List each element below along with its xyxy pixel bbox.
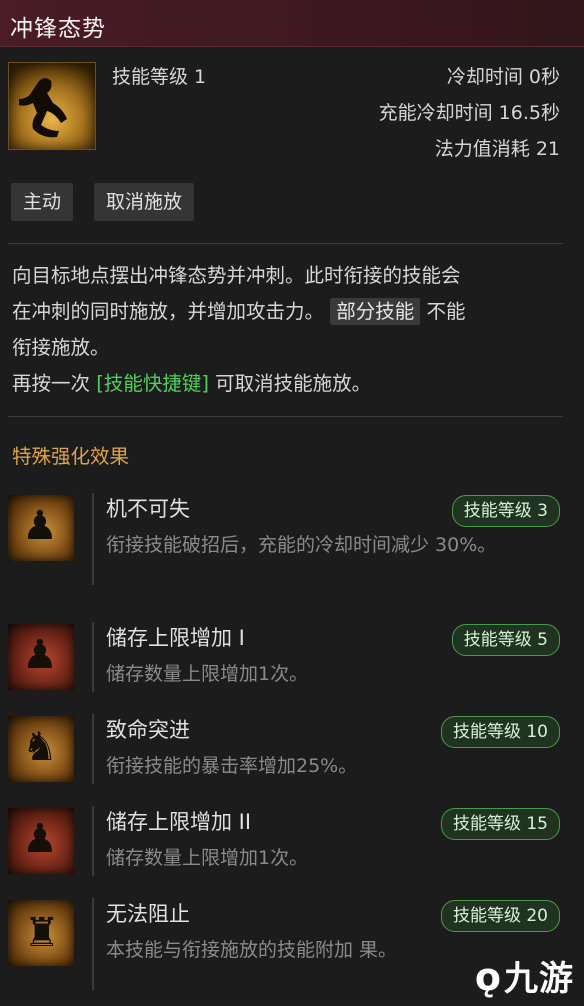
effect-level-badge: 技能等级 5 — [451, 624, 560, 656]
opportunity-icon: ♟ — [8, 495, 74, 561]
desc-line-4-text: 再按一次 — [12, 372, 91, 395]
effect-level-badge: 技能等级 10 — [440, 716, 560, 748]
effect-divider — [92, 622, 94, 692]
effect-row: ♟ 储存上限增加 II 储存数量上限增加1次。 技能等级 15 — [0, 806, 584, 896]
mana-cost-stat: 法力值消耗 21 — [434, 138, 560, 160]
hotkey-label: [技能快捷键] — [96, 372, 209, 395]
lethal-dash-icon: ♞ — [8, 716, 74, 782]
watermark-logo: ǫ九游 — [475, 951, 574, 1000]
partial-skills-chip: 部分技能 — [330, 298, 421, 325]
effect-divider — [92, 898, 94, 990]
effect-name: 致命突进 — [106, 718, 190, 742]
storage-up-icon: ♟ — [8, 624, 74, 690]
effect-row: ♞ 致命突进 衔接技能的暴击率增加25%。 技能等级 10 — [0, 714, 584, 804]
desc-line-4-tail: 可取消技能施放。 — [215, 372, 372, 395]
skill-description: 向目标地点摆出冲锋态势并冲刺。此时衔接的技能会 在冲刺的同时施放，并增加攻击力。… — [12, 258, 567, 402]
desc-line-1: 向目标地点摆出冲锋态势并冲刺。此时衔接的技能会 — [12, 264, 461, 287]
desc-line-2: 在冲刺的同时施放，并增加攻击力。 部分技能 不能 — [12, 294, 567, 330]
effect-name: 机不可失 — [106, 497, 190, 521]
skill-tooltip: 冲锋态势 技能等级 1 冷却时间 0秒 充能冷却时间 16.5秒 法力值消耗 2… — [0, 0, 584, 1006]
divider — [8, 243, 563, 244]
effect-text: 衔接技能破招后，充能的冷却时间减少 30%。 — [106, 534, 497, 556]
special-enhancement-title: 特殊强化效果 — [12, 445, 130, 468]
divider — [8, 416, 563, 417]
tag-active: 主动 — [11, 183, 74, 221]
effect-level-badge: 技能等级 15 — [440, 808, 560, 840]
charge-cooldown-stat: 充能冷却时间 16.5秒 — [378, 102, 560, 124]
effect-level-badge: 技能等级 20 — [440, 900, 560, 932]
effect-text: 储存数量上限增加1次。 — [106, 847, 309, 869]
effect-text: 储存数量上限增加1次。 — [106, 663, 309, 685]
effect-level-badge: 技能等级 3 — [451, 495, 560, 527]
charge-stance-icon — [8, 62, 96, 150]
title-bar: 冲锋态势 — [0, 0, 584, 47]
desc-line-2-tail: 不能 — [426, 300, 466, 323]
effect-text: 衔接技能的暴击率增加25%。 — [106, 755, 358, 777]
effect-name: 无法阻止 — [106, 902, 190, 926]
unstoppable-icon: ♜ — [8, 900, 74, 966]
desc-line-3: 衔接施放。 — [12, 336, 110, 359]
effect-divider — [92, 714, 94, 784]
effect-name: 储存上限增加 II — [106, 810, 252, 834]
effect-row: ♟ 机不可失 衔接技能破招后，充能的冷却时间减少 30%。 技能等级 3 — [0, 493, 584, 585]
effect-divider — [92, 493, 94, 585]
watermark-text: 九游 — [504, 959, 574, 999]
storage-up-icon: ♟ — [8, 808, 74, 874]
effect-divider — [92, 806, 94, 876]
skill-level: 技能等级 1 — [112, 66, 207, 88]
desc-line-4: 再按一次 [技能快捷键] 可取消技能施放。 — [12, 366, 567, 402]
nine-game-logo-icon: ǫ — [474, 955, 502, 999]
effect-text: 本技能与衔接施放的技能附加 果。 — [106, 939, 398, 961]
tag-cancel-cast: 取消施放 — [94, 183, 195, 221]
effect-row: ♟ 储存上限增加 I 储存数量上限增加1次。 技能等级 5 — [0, 622, 584, 712]
desc-line-2-text: 在冲刺的同时施放，并增加攻击力。 — [12, 300, 325, 323]
cooldown-stat: 冷却时间 0秒 — [446, 66, 560, 88]
skill-title: 冲锋态势 — [10, 16, 106, 42]
effect-name: 储存上限增加 I — [106, 626, 245, 650]
